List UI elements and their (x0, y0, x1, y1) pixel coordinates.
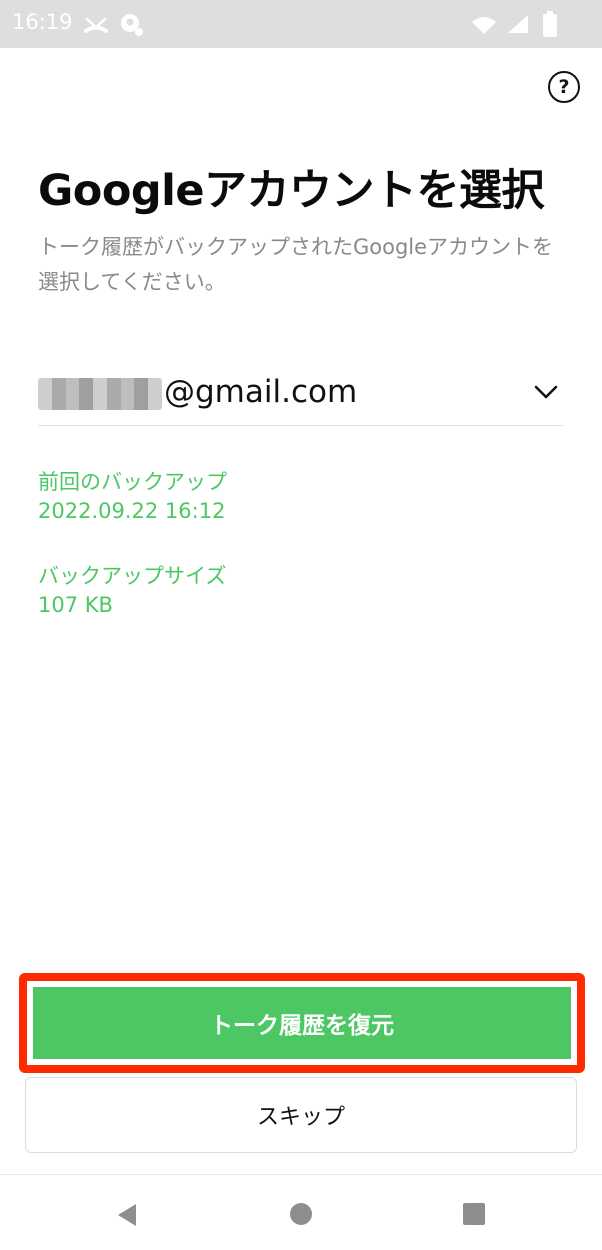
skip-button[interactable]: スキップ (25, 1077, 577, 1153)
last-backup-label: 前回のバックアップ (38, 470, 227, 494)
account-selector[interactable]: @gmail.com (38, 366, 564, 426)
backup-size-value: 107 KB (38, 593, 113, 617)
page-title: Googleアカウントを選択 (38, 166, 545, 216)
help-button[interactable]: ? (548, 71, 580, 103)
recents-icon[interactable] (463, 1203, 485, 1225)
email-local-part-redacted (38, 378, 162, 410)
home-icon[interactable] (290, 1203, 312, 1225)
assistant-icon (121, 14, 143, 36)
battery-icon (543, 11, 557, 37)
page-description: トーク履歴がバックアップされたGoogleアカウントを選択してください。 (38, 235, 554, 294)
chevron-down-icon[interactable] (534, 380, 558, 404)
navigation-bar (0, 1174, 602, 1250)
help-circle-icon: ? (558, 76, 570, 98)
email-domain: @gmail.com (164, 374, 358, 410)
back-icon[interactable] (116, 1203, 138, 1227)
wifi-icon (472, 17, 496, 34)
restore-history-button[interactable]: トーク履歴を復元 (33, 987, 571, 1059)
missed-call-icon (84, 17, 108, 33)
status-bar: 16:19 (0, 0, 602, 48)
status-time: 16:19 (12, 10, 73, 34)
signal-icon (508, 15, 528, 33)
last-backup-value: 2022.09.22 16:12 (38, 499, 226, 523)
backup-size-label: バックアップサイズ (38, 564, 227, 588)
